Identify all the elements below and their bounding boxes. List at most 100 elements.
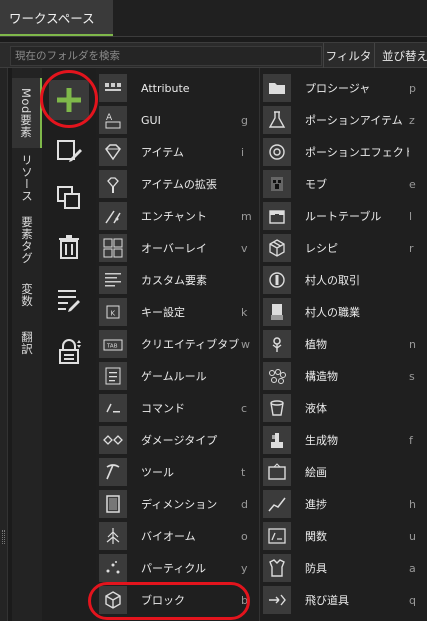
element-block[interactable]: ブロック b (96, 584, 259, 616)
element-villager-trade[interactable]: 村人の取引 (260, 264, 427, 296)
duplicate-icon (57, 186, 80, 209)
add-element-button[interactable] (49, 80, 89, 120)
element-dimension[interactable]: ディメンション d (96, 488, 259, 520)
loot-table-icon (263, 202, 291, 230)
element-item-extension[interactable]: アイテムの拡張 (96, 168, 259, 200)
vertical-tab-strip: Mod要素 リソース 要素タグ 変数 翻訳 (12, 68, 42, 621)
filter-button[interactable]: フィルタ (323, 43, 373, 68)
element-label: カスタム要素 (141, 274, 207, 287)
element-function[interactable]: 関数 u (260, 520, 427, 552)
element-command[interactable]: コマンド c (96, 392, 259, 424)
dimension-icon (99, 490, 127, 518)
element-armor[interactable]: 防具 a (260, 552, 427, 584)
tab-translations[interactable]: 翻訳 (12, 320, 42, 366)
element-gui[interactable]: A GUI g (96, 104, 259, 136)
element-projectile[interactable]: 飛び道具 q (260, 584, 427, 616)
element-potion-item[interactable]: ポーションアイテム z (260, 104, 427, 136)
tab-resources[interactable]: リソース (12, 150, 42, 206)
element-label: GUI (141, 113, 161, 127)
duplicate-element-button[interactable] (52, 181, 86, 215)
element-shortcut: n (409, 337, 416, 351)
tab-variables-label: 変数 (20, 283, 34, 307)
edit-element-button[interactable] (52, 134, 86, 168)
element-enchantment[interactable]: エンチャント m (96, 200, 259, 232)
damage-type-icon (99, 426, 127, 454)
list-edit-icon (58, 290, 80, 312)
element-label: モブ (305, 178, 327, 191)
search-row: フィルタ 並び替え (0, 42, 427, 68)
element-label: アイテム (141, 146, 184, 159)
tab-workspace[interactable]: ワークスペース (0, 0, 113, 36)
element-biome[interactable]: バイオーム o (96, 520, 259, 552)
element-loot-table[interactable]: ルートテーブル l (260, 200, 427, 232)
element-creative-tab[interactable]: TAB クリエイティブタブ w (96, 328, 259, 360)
element-label: 進捗 (305, 498, 327, 511)
trash-icon (59, 235, 79, 259)
bucket-icon (263, 394, 291, 422)
element-item[interactable]: アイテム i (96, 136, 259, 168)
tab-mod-elements[interactable]: Mod要素 (12, 78, 42, 148)
tab-mod-elements-label: Mod要素 (19, 88, 33, 138)
element-label: コマンド (141, 402, 185, 415)
element-label: ルートテーブル (305, 210, 382, 223)
element-villager-profession[interactable]: 村人の職業 (260, 296, 427, 328)
element-label: エンチャント (141, 210, 207, 223)
tool-column (42, 68, 96, 621)
left-edge (0, 68, 8, 621)
element-keybind[interactable]: K キー設定 k (96, 296, 259, 328)
element-plant[interactable]: 植物 n (260, 328, 427, 360)
element-gamerule[interactable]: ゲームルール (96, 360, 259, 392)
tab-variables[interactable]: 変数 (12, 272, 42, 318)
element-label: 構造物 (305, 370, 338, 383)
custom-element-icon (99, 266, 127, 294)
element-advancement[interactable]: 進捗 h (260, 488, 427, 520)
element-label: 関数 (305, 530, 327, 543)
element-damage-type[interactable]: ダメージタイプ (96, 424, 259, 456)
villager-trade-icon (263, 266, 291, 294)
element-painting[interactable]: 絵画 (260, 456, 427, 488)
element-shortcut: d (241, 497, 248, 511)
element-shortcut: i (241, 145, 245, 159)
element-shortcut: q (409, 593, 416, 607)
lock-element-button[interactable] (52, 334, 86, 368)
search-input[interactable] (10, 46, 322, 66)
advancement-icon (263, 490, 291, 518)
element-procedure[interactable]: プロシージャ p (260, 72, 427, 104)
element-custom[interactable]: カスタム要素 (96, 264, 259, 296)
element-overlay[interactable]: オーバーレイ v (96, 232, 259, 264)
element-label: 村人の取引 (305, 274, 360, 287)
projectile-icon (263, 586, 291, 614)
plant-icon (263, 330, 291, 358)
edit-list-button[interactable] (52, 282, 86, 316)
tab-resources-label: リソース (20, 154, 34, 202)
element-label: ブロック (141, 594, 185, 607)
element-attribute[interactable]: Attribute (96, 72, 259, 104)
element-label: クリエイティブタブ (141, 338, 240, 351)
element-shortcut: p (409, 81, 416, 95)
element-potion-effect[interactable]: ポーションエフェクト (260, 136, 427, 168)
element-mob[interactable]: モブ e (260, 168, 427, 200)
element-fluid[interactable]: 液体 (260, 392, 427, 424)
element-feature[interactable]: 生成物 f (260, 424, 427, 456)
resize-grip[interactable] (2, 530, 5, 544)
gui-icon: A (99, 106, 127, 134)
structure-icon (263, 362, 291, 390)
feature-icon (263, 426, 291, 454)
element-shortcut: b (241, 593, 248, 607)
element-structure[interactable]: 構造物 s (260, 360, 427, 392)
tab-element-tags[interactable]: 要素タグ (12, 210, 42, 270)
function-icon (263, 522, 291, 550)
element-shortcut: s (409, 369, 415, 383)
element-particle[interactable]: パーティクル y (96, 552, 259, 584)
biome-icon (99, 522, 127, 550)
element-label: ポーションアイテム (305, 114, 403, 127)
element-label: 村人の職業 (305, 306, 360, 319)
element-label: 飛び道具 (305, 594, 349, 607)
element-shortcut: a (409, 561, 416, 575)
sort-button[interactable]: 並び替え (374, 43, 427, 68)
element-shortcut: e (409, 177, 416, 191)
element-tool[interactable]: ツール t (96, 456, 259, 488)
delete-element-button[interactable] (52, 230, 86, 264)
element-recipe[interactable]: レシピ r (260, 232, 427, 264)
svg-text:K: K (111, 310, 116, 318)
